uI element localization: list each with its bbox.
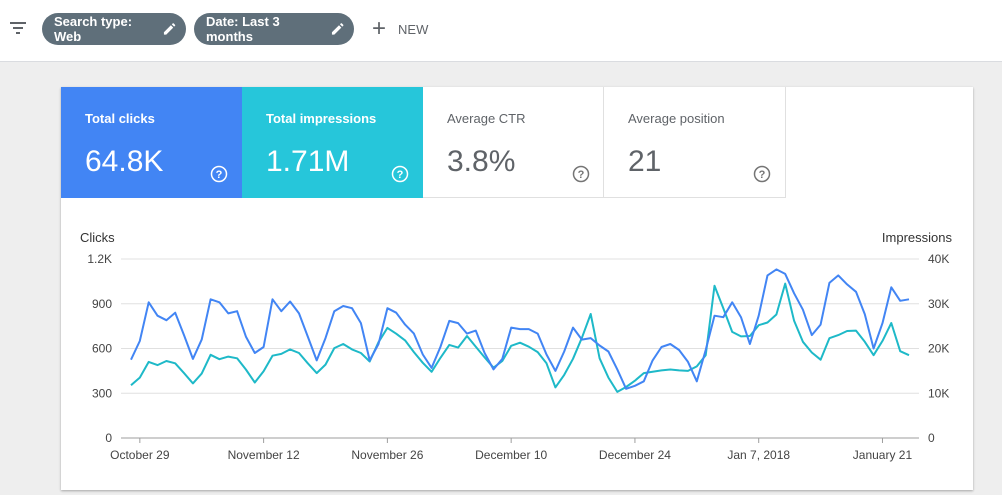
left-axis-tick-label: 300 bbox=[92, 386, 112, 400]
x-axis-tick-label: October 29 bbox=[110, 448, 170, 462]
performance-card: Total clicks 64.8K ? Total impressions 1… bbox=[61, 87, 973, 490]
new-filter-button[interactable]: + NEW bbox=[372, 13, 428, 45]
pencil-icon[interactable] bbox=[163, 22, 176, 36]
chip-label: Date: Last 3 months bbox=[206, 14, 280, 44]
right-axis-title: Impressions bbox=[882, 230, 953, 245]
x-axis-tick-label: January 21 bbox=[853, 448, 913, 462]
chip-label: Search type: Web bbox=[54, 14, 133, 44]
left-axis-tick-label: 600 bbox=[92, 342, 112, 356]
new-button-label: NEW bbox=[398, 21, 429, 37]
left-axis-tick-label: 1.2K bbox=[87, 252, 112, 266]
left-axis-tick-label: 0 bbox=[105, 431, 112, 445]
pencil-icon[interactable] bbox=[331, 22, 344, 36]
x-axis-tick-label: November 12 bbox=[228, 448, 300, 462]
plus-icon: + bbox=[372, 15, 387, 42]
left-axis-tick-label: 900 bbox=[92, 297, 112, 311]
x-axis-tick-label: December 10 bbox=[475, 448, 547, 462]
right-axis-tick-label: 10K bbox=[928, 386, 949, 400]
x-axis-tick-label: December 24 bbox=[599, 448, 671, 462]
date-filter-chip[interactable]: Date: Last 3 months bbox=[194, 13, 354, 45]
right-axis-tick-label: 30K bbox=[928, 297, 949, 311]
x-axis-tick-label: Jan 7, 2018 bbox=[727, 448, 790, 462]
right-axis-tick-label: 0 bbox=[928, 431, 935, 445]
x-axis-tick-label: November 26 bbox=[351, 448, 423, 462]
filter-bar: Search type: Web Date: Last 3 months + N… bbox=[0, 0, 1002, 62]
search-type-filter-chip[interactable]: Search type: Web bbox=[42, 13, 186, 45]
right-axis-tick-label: 20K bbox=[928, 342, 949, 356]
performance-line-chart: Clicks Impressions 0 0 300 10K 600 20K 900 30K 1… bbox=[80, 230, 953, 462]
filter-list-icon[interactable] bbox=[8, 18, 28, 38]
impressions-series-line bbox=[130, 282, 910, 393]
left-axis-title: Clicks bbox=[80, 230, 115, 245]
right-axis-tick-label: 40K bbox=[928, 252, 949, 266]
